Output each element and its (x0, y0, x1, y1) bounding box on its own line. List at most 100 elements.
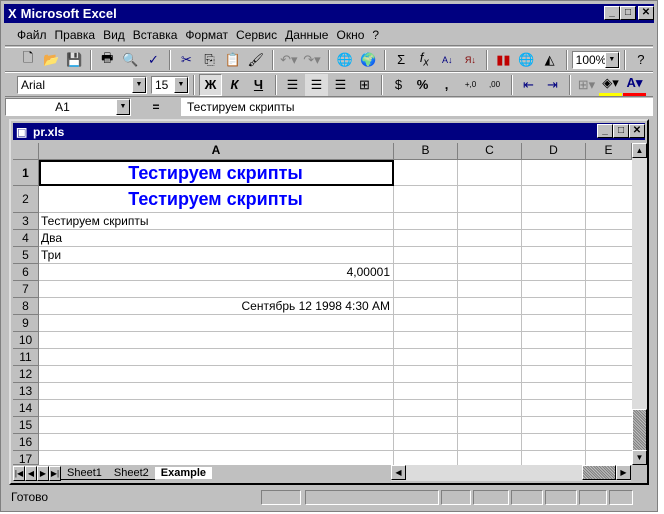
select-all-button[interactable] (13, 143, 39, 160)
scroll-right-button[interactable]: ▶ (616, 465, 631, 480)
spelling-icon[interactable]: ✓ (142, 49, 164, 71)
increase-indent-icon[interactable]: ⇥ (541, 74, 564, 96)
function-icon[interactable]: fx (413, 49, 435, 71)
row-header-3[interactable]: 3 (13, 213, 39, 230)
zoom-select[interactable]: 100% ▼ (571, 50, 620, 69)
menu-edit[interactable]: Правка (55, 28, 96, 42)
menu-insert[interactable]: Вставка (133, 28, 178, 42)
row-header-1[interactable]: 1 (13, 160, 39, 186)
row-header-15[interactable]: 15 (13, 417, 39, 434)
web-toolbar-icon[interactable]: 🌍 (357, 49, 379, 71)
merge-center-icon[interactable]: ⊞ (353, 74, 376, 96)
row-header-5[interactable]: 5 (13, 247, 39, 264)
open-icon[interactable]: 📂 (40, 49, 62, 71)
sheet-tab-sheet2[interactable]: Sheet2 (107, 467, 155, 480)
menu-data[interactable]: Данные (285, 28, 328, 42)
decrease-decimal-icon[interactable]: ,00 (483, 74, 506, 96)
last-sheet-icon[interactable]: ▶| (49, 465, 61, 481)
maximize-button[interactable]: □ (620, 6, 636, 20)
chevron-down-icon[interactable]: ▼ (174, 76, 188, 93)
row-header-2[interactable]: 2 (13, 186, 39, 213)
menu-format[interactable]: Формат (185, 28, 228, 42)
prev-sheet-icon[interactable]: ◀ (25, 465, 37, 481)
column-header-d[interactable]: D (522, 143, 586, 160)
paste-icon[interactable]: 📋 (222, 49, 244, 71)
chevron-down-icon[interactable]: ▼ (604, 51, 619, 68)
chart-wizard-icon[interactable]: ▮▮ (492, 49, 514, 71)
autosum-icon[interactable]: Σ (390, 49, 412, 71)
drawing-icon[interactable]: ◭ (539, 49, 561, 71)
cut-icon[interactable]: ✂ (175, 49, 197, 71)
row-header-8[interactable]: 8 (13, 298, 39, 315)
font-color-icon[interactable]: A▾ (623, 74, 646, 96)
cell-a8[interactable]: Сентябрь 12 1998 4:30 AM (41, 298, 391, 315)
row-header-12[interactable]: 12 (13, 366, 39, 383)
row-header-6[interactable]: 6 (13, 264, 39, 281)
workbook-close-button[interactable]: ✕ (629, 124, 645, 138)
decrease-indent-icon[interactable]: ⇤ (517, 74, 540, 96)
first-sheet-icon[interactable]: |◀ (13, 465, 25, 481)
scroll-thumb[interactable] (632, 409, 647, 451)
hyperlink-icon[interactable]: 🌐 (334, 49, 356, 71)
row-header-16[interactable]: 16 (13, 434, 39, 451)
align-left-icon[interactable]: ☰ (281, 74, 304, 96)
print-preview-icon[interactable]: 🔍 (119, 49, 141, 71)
menu-view[interactable]: Вид (103, 28, 125, 42)
next-sheet-icon[interactable]: ▶ (37, 465, 49, 481)
chevron-down-icon[interactable]: ▼ (116, 99, 130, 115)
cell-a2[interactable]: Тестируем скрипты (41, 186, 390, 213)
save-icon[interactable]: 💾 (63, 49, 85, 71)
sheet-tab-sheet1[interactable]: Sheet1 (61, 467, 108, 480)
borders-icon[interactable]: ⊞▾ (575, 74, 598, 96)
align-right-icon[interactable]: ☰ (329, 74, 352, 96)
scroll-down-button[interactable]: ▼ (632, 450, 647, 465)
format-painter-icon[interactable]: 🖌 (245, 49, 267, 71)
bold-button[interactable]: Ж (199, 73, 222, 96)
minimize-button[interactable]: _ (604, 6, 620, 20)
copy-icon[interactable]: ⎘ (199, 49, 221, 71)
column-header-b[interactable]: B (394, 143, 458, 160)
font-select[interactable]: Arial ▼ (17, 75, 147, 94)
row-header-14[interactable]: 14 (13, 400, 39, 417)
undo-icon[interactable]: ↶▾ (278, 49, 300, 71)
row-header-4[interactable]: 4 (13, 230, 39, 247)
cell-a3[interactable]: Тестируем скрипты (41, 213, 390, 230)
close-button[interactable]: ✕ (638, 6, 654, 20)
currency-icon[interactable]: $ (387, 74, 410, 96)
sort-ascending-icon[interactable]: А↓ (436, 49, 458, 71)
cell-a4[interactable]: Два (41, 230, 390, 247)
row-header-9[interactable]: 9 (13, 315, 39, 332)
row-header-10[interactable]: 10 (13, 332, 39, 349)
formula-equals-button[interactable]: = (131, 100, 181, 114)
font-size-select[interactable]: 15 ▼ (151, 75, 189, 94)
menu-tools[interactable]: Сервис (236, 28, 277, 42)
scroll-up-button[interactable]: ▲ (632, 143, 647, 158)
map-icon[interactable]: 🌐 (515, 49, 537, 71)
cell-a5[interactable]: Три (41, 247, 390, 264)
menu-file[interactable]: Файл (17, 28, 47, 42)
column-header-e[interactable]: E (586, 143, 632, 160)
row-header-11[interactable]: 11 (13, 349, 39, 366)
cell-a6[interactable]: 4,00001 (41, 264, 390, 281)
row-header-17[interactable]: 17 (13, 451, 39, 465)
horizontal-scrollbar[interactable]: ◀ ▶ (391, 465, 631, 481)
sort-descending-icon[interactable]: Я↓ (459, 49, 481, 71)
workbook-restore-button[interactable]: □ (613, 124, 629, 138)
sheet-tab-example[interactable]: Example (154, 467, 212, 479)
percent-icon[interactable]: % (411, 74, 434, 96)
redo-icon[interactable]: ↷▾ (301, 49, 323, 71)
comma-icon[interactable]: , (435, 74, 458, 96)
menu-help[interactable]: ? (372, 28, 379, 42)
row-header-13[interactable]: 13 (13, 383, 39, 400)
underline-button[interactable]: Ч (247, 74, 270, 96)
menu-window[interactable]: Окно (336, 28, 364, 42)
print-icon[interactable]: 🖶 (96, 49, 118, 71)
workbook-minimize-button[interactable]: _ (597, 124, 613, 138)
align-center-icon[interactable]: ☰ (305, 73, 328, 96)
name-box[interactable]: A1 ▼ (5, 98, 131, 116)
chevron-down-icon[interactable]: ▼ (132, 76, 146, 93)
increase-decimal-icon[interactable]: +,0 (459, 74, 482, 96)
row-header-7[interactable]: 7 (13, 281, 39, 298)
spreadsheet-grid[interactable]: A B C D E 1 2 3 4 5 6 7 8 9 10 11 12 13 14 15 16 17 Тестируем … (13, 143, 632, 465)
fill-color-icon[interactable]: ◈▾ (599, 74, 622, 96)
